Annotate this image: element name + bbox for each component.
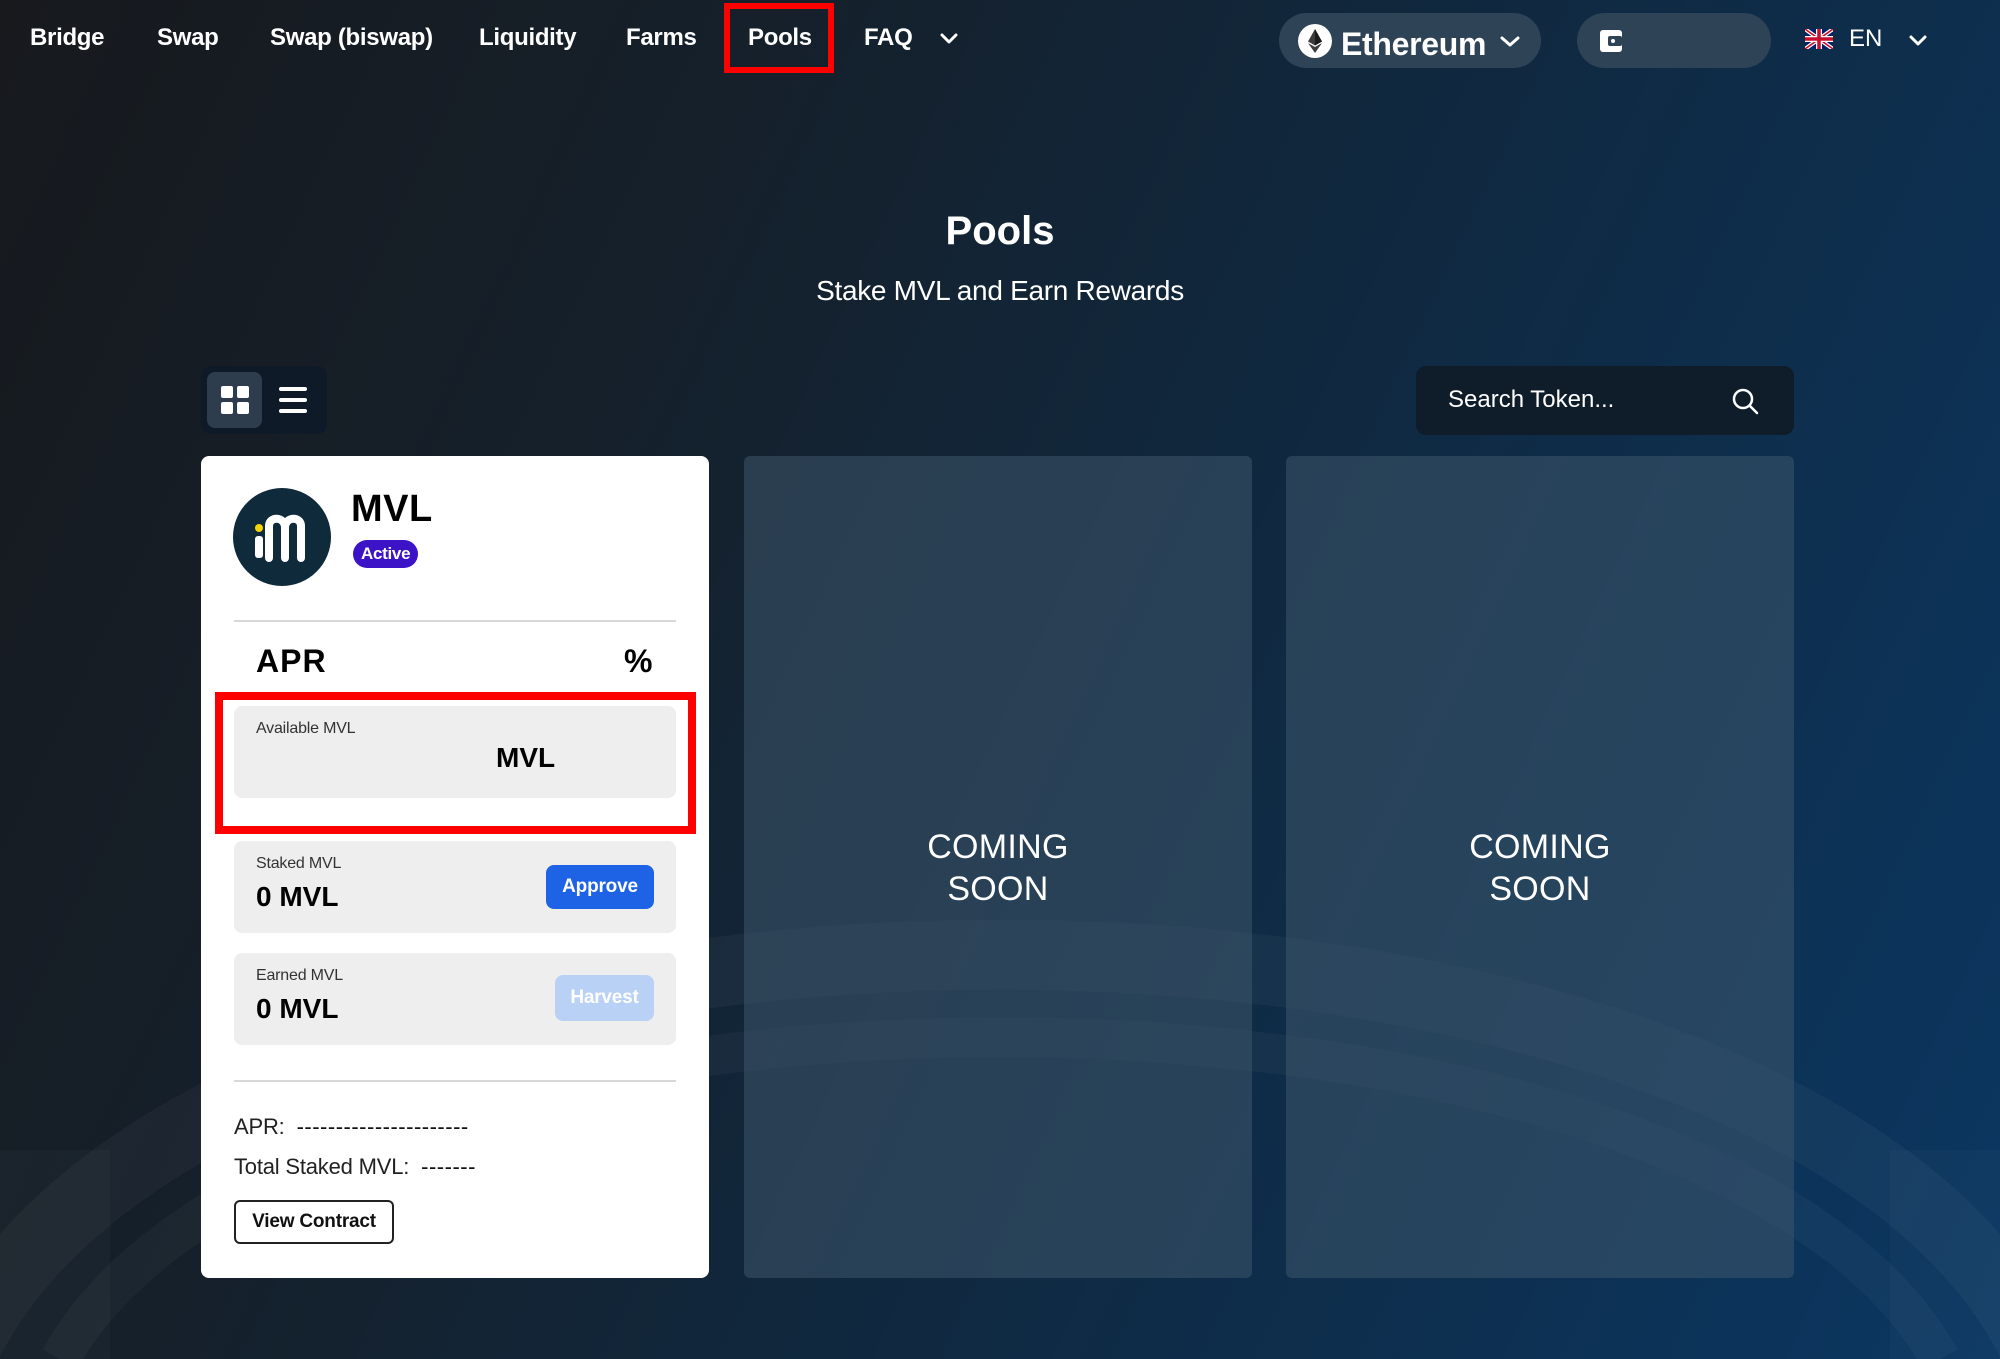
nav-farms[interactable]: Farms <box>626 24 697 52</box>
coming-soon-line-1: COMING <box>927 828 1069 866</box>
apr-stat-label: APR: <box>234 1114 285 1139</box>
staked-mvl-label: Staked MVL <box>256 855 342 872</box>
grid-icon <box>221 386 249 414</box>
ethereum-icon <box>1298 24 1332 58</box>
view-contract-button[interactable]: View Contract <box>234 1200 394 1244</box>
list-icon[interactable] <box>275 384 311 416</box>
earned-mvl-label: Earned MVL <box>256 967 343 984</box>
coming-soon-line-2: SOON <box>947 870 1049 908</box>
nav-liquidity[interactable]: Liquidity <box>479 24 577 52</box>
grid-view-button[interactable] <box>207 372 262 428</box>
coming-soon-text: COMING SOON <box>744 826 1252 910</box>
top-nav: Bridge Swap Swap (biswap) Liquidity Farm… <box>0 0 2000 80</box>
coming-soon-line-2: SOON <box>1489 870 1591 908</box>
staked-mvl-value: 0 MVL <box>256 881 339 912</box>
coming-soon-card: COMING SOON <box>1286 456 1794 1278</box>
network-label: Ethereum <box>1341 26 1487 62</box>
wallet-button[interactable] <box>1577 13 1771 68</box>
chevron-down-icon[interactable] <box>939 32 959 46</box>
token-name: MVL <box>351 488 433 530</box>
status-badge: Active <box>353 540 419 568</box>
approve-button[interactable]: Approve <box>546 865 654 909</box>
page-title: Pools <box>945 209 1055 253</box>
nav-faq[interactable]: FAQ <box>864 24 913 52</box>
earned-mvl-box: Earned MVL 0 MVL Harvest <box>234 953 676 1045</box>
chevron-down-icon <box>1500 36 1520 47</box>
total-staked-stat: Total Staked MVL: ------- <box>234 1154 476 1180</box>
uk-flag-icon <box>1805 29 1833 49</box>
coming-soon-text: COMING SOON <box>1286 826 1794 910</box>
staked-mvl-box: Staked MVL 0 MVL Approve <box>234 841 676 933</box>
divider <box>234 1080 676 1082</box>
apr-stat-value: ---------------------- <box>296 1114 469 1139</box>
wallet-icon <box>1600 30 1622 52</box>
nav-swap[interactable]: Swap <box>157 24 219 52</box>
earned-mvl-value: 0 MVL <box>256 993 339 1024</box>
apr-value: % <box>624 643 653 679</box>
total-staked-label: Total Staked MVL: <box>234 1154 410 1179</box>
nav-bridge[interactable]: Bridge <box>30 24 105 52</box>
divider <box>234 620 676 622</box>
search-input[interactable] <box>1448 382 1718 418</box>
total-staked-value: ------- <box>421 1154 476 1179</box>
page-subtitle: Stake MVL and Earn Rewards <box>816 275 1184 306</box>
search-icon[interactable] <box>1730 386 1760 416</box>
search-box <box>1416 366 1794 435</box>
pool-card-mvl: MVL Active APR % Available MVL MVL Stake… <box>201 456 709 1278</box>
chevron-down-icon <box>1909 35 1927 46</box>
coming-soon-line-1: COMING <box>1469 828 1611 866</box>
apr-stat: APR: ---------------------- <box>234 1114 469 1140</box>
coming-soon-card: COMING SOON <box>744 456 1252 1278</box>
language-label: EN <box>1849 25 1883 52</box>
harvest-button[interactable]: Harvest <box>555 975 654 1021</box>
apr-label: APR <box>256 643 327 679</box>
network-selector[interactable]: Ethereum <box>1279 13 1541 68</box>
nav-swap-biswap[interactable]: Swap (biswap) <box>270 24 433 52</box>
available-highlight-box <box>215 692 696 834</box>
pools-highlight-box <box>724 3 834 73</box>
view-toggle <box>201 366 327 434</box>
mvl-token-logo <box>233 488 331 586</box>
